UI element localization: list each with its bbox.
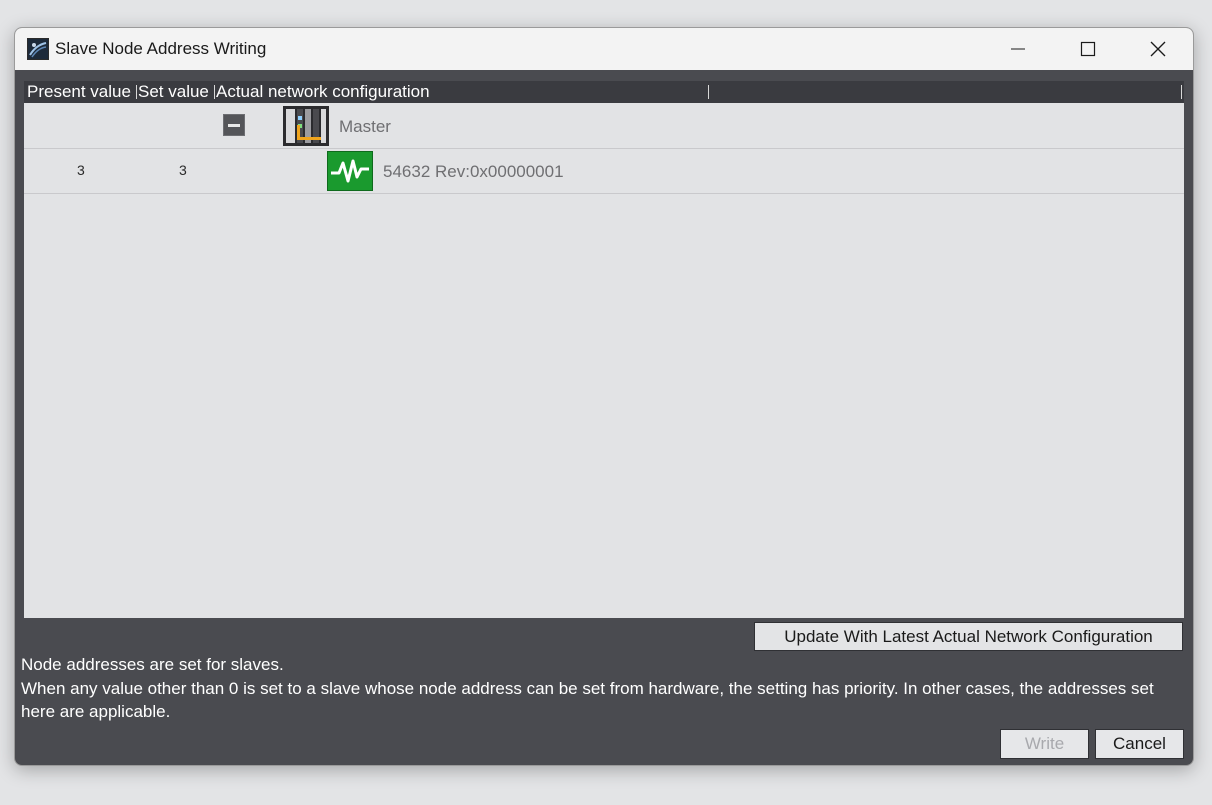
- tree-connector-line: [297, 125, 321, 140]
- column-header-network-configuration[interactable]: Actual network configuration: [216, 82, 430, 102]
- window-title: Slave Node Address Writing: [55, 39, 267, 58]
- cancel-button[interactable]: Cancel: [1095, 729, 1184, 759]
- grid-header: Present value Set value Actual network c…: [24, 81, 1184, 103]
- minimize-icon: [1011, 48, 1025, 50]
- info-line: When any value other than 0 is set to a …: [21, 678, 1154, 722]
- table-row[interactable]: Master: [24, 104, 1184, 149]
- update-configuration-button[interactable]: Update With Latest Actual Network Config…: [754, 622, 1183, 651]
- present-value-cell: 3: [77, 162, 85, 178]
- table-row[interactable]: 3 3 54632 Rev:0x00000001: [24, 149, 1184, 194]
- column-header-present-value[interactable]: Present value: [27, 82, 131, 102]
- device-label-master[interactable]: Master: [339, 117, 391, 137]
- close-button[interactable]: [1123, 28, 1193, 70]
- info-line: Node addresses are set for slaves.: [21, 655, 284, 674]
- column-divider[interactable]: [136, 85, 137, 99]
- column-divider[interactable]: [214, 85, 215, 99]
- title-bar[interactable]: Slave Node Address Writing: [15, 28, 1193, 70]
- collapse-toggle-button[interactable]: [223, 114, 245, 136]
- column-divider[interactable]: [708, 85, 709, 99]
- column-header-set-value[interactable]: Set value: [138, 82, 209, 102]
- set-value-cell[interactable]: 3: [179, 162, 187, 178]
- column-divider[interactable]: [1181, 85, 1182, 99]
- dialog-window: Slave Node Address Writing Present value…: [14, 27, 1194, 766]
- info-text: Node addresses are set for slaves. When …: [21, 653, 1181, 724]
- minimize-button[interactable]: [983, 28, 1053, 70]
- maximize-icon: [1080, 41, 1096, 57]
- app-icon: [27, 38, 49, 60]
- network-grid[interactable]: Present value Set value Actual network c…: [24, 81, 1184, 618]
- device-label-slave[interactable]: 54632 Rev:0x00000001: [383, 162, 564, 182]
- close-icon: [1150, 41, 1166, 57]
- maximize-button[interactable]: [1053, 28, 1123, 70]
- slave-device-icon: [327, 151, 373, 191]
- write-button[interactable]: Write: [1000, 729, 1089, 759]
